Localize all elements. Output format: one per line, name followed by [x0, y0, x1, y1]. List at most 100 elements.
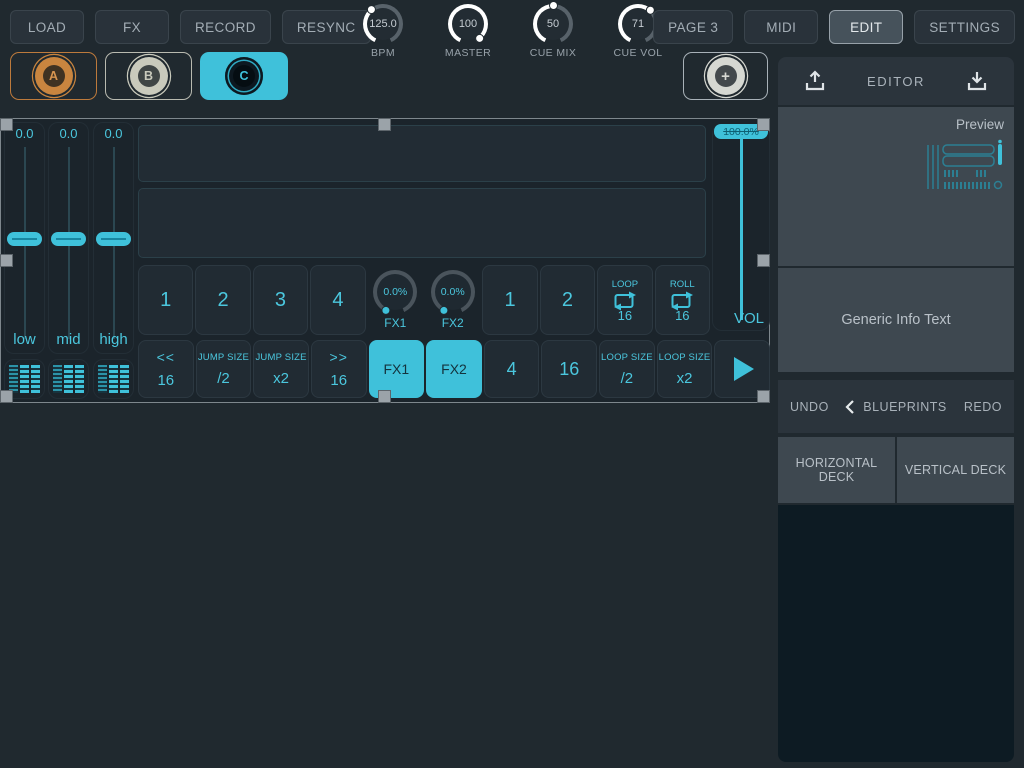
cuemix-knob-block: 50 CUE MIX [514, 4, 592, 59]
fx2-knob-block: 0.0% FX2 [425, 265, 480, 335]
loop-cue-1-button[interactable]: 1 [482, 265, 537, 335]
deck-widget[interactable]: 0.0 low 0.0 mid 0.0 high [0, 118, 770, 403]
resize-handle-mid-right[interactable] [757, 254, 770, 267]
fx2-knob[interactable]: 0.0% [431, 270, 475, 314]
topbar-right-group: PAGE 3 MIDI EDIT SETTINGS [653, 10, 1015, 44]
resize-handle-bottom-left[interactable] [0, 390, 13, 403]
hotcue-2-button[interactable]: 2 [195, 265, 250, 335]
app-screen: LOAD FX RECORD RESYNC 125.0 BPM 100 MAST… [0, 0, 1024, 768]
topbar-left-group: LOAD FX RECORD RESYNC [10, 10, 371, 44]
deck-a-icon: A [35, 57, 73, 95]
deck-tab-b[interactable]: B [105, 52, 192, 100]
resize-handle-bottom-center[interactable] [378, 390, 391, 403]
loop-button[interactable]: LOOP 16 [597, 265, 652, 335]
deck-c-icon: C [225, 57, 263, 95]
jump-size-double-button[interactable]: JUMP SIZE x2 [253, 340, 309, 398]
loop-size-double-button[interactable]: LOOP SIZE x2 [657, 340, 713, 398]
jump-forward-button[interactable]: >> 16 [311, 340, 367, 398]
page-3-button[interactable]: PAGE 3 [653, 10, 733, 44]
fx-button[interactable]: FX [95, 10, 169, 44]
edit-button[interactable]: EDIT [829, 10, 903, 44]
info-box: Generic Info Text [778, 268, 1014, 372]
eq-low-label: low [5, 331, 44, 348]
bpm-knob[interactable]: 125.0 [363, 4, 403, 44]
roll-button[interactable]: ROLL 16 [655, 265, 710, 335]
blueprint-buttons: HORIZONTAL DECK VERTICAL DECK [778, 437, 1014, 503]
resize-handle-top-center[interactable] [378, 118, 391, 131]
fx1-knob[interactable]: 0.0% [373, 270, 417, 314]
jump-back-button[interactable]: << 16 [138, 340, 194, 398]
deck-tab-a[interactable]: A [10, 52, 97, 100]
hotcue-3-button[interactable]: 3 [253, 265, 308, 335]
level-meter-mid-icon [48, 359, 89, 399]
deck-tab-c-active[interactable]: C [200, 52, 288, 100]
eq-low-handle[interactable] [7, 232, 42, 246]
cue-mix-label: CUE MIX [530, 47, 577, 59]
cue-vol-knob[interactable]: 71 [618, 4, 658, 44]
deck-button-row-2: << 16 JUMP SIZE /2 JUMP SIZE x2 >> 16 FX… [138, 340, 770, 398]
master-knob[interactable]: 100 [448, 4, 488, 44]
resize-handle-top-right[interactable] [757, 118, 770, 131]
roll-button-label: ROLL [670, 279, 695, 290]
load-button[interactable]: LOAD [10, 10, 84, 44]
eq-mid-value: 0.0 [49, 126, 88, 141]
vertical-deck-button[interactable]: VERTICAL DECK [897, 437, 1014, 503]
deck-b-icon: B [130, 57, 168, 95]
fx1-toggle-button-active[interactable]: FX1 [369, 340, 425, 398]
redo-button[interactable]: REDO [964, 400, 1002, 414]
waveform-display[interactable] [138, 125, 706, 182]
deck-button-row-1: 1 2 3 4 0.0% FX1 0.0% FX2 1 [138, 265, 710, 335]
loop-cue-2-button[interactable]: 2 [540, 265, 595, 335]
add-deck-icon: + [707, 57, 745, 95]
preview-label: Preview [956, 117, 1004, 132]
deck-preview-thumbnail [924, 139, 1008, 197]
loop-button-label: LOOP [612, 279, 638, 290]
cue-mix-knob[interactable]: 50 [533, 4, 573, 44]
add-deck-tab[interactable]: + [683, 52, 768, 100]
resize-handle-mid-left[interactable] [0, 254, 13, 267]
loop-length-16-button[interactable]: 16 [541, 340, 597, 398]
hotcue-4-button[interactable]: 4 [310, 265, 365, 335]
eq-mid-handle[interactable] [51, 232, 86, 246]
level-meter-high-icon [93, 359, 134, 399]
waveform-overview-display[interactable] [138, 188, 706, 258]
jump-size-half-button[interactable]: JUMP SIZE /2 [196, 340, 252, 398]
master-knob-block: 100 MASTER [429, 4, 507, 59]
export-upload-icon[interactable] [802, 68, 828, 94]
fx1-knob-block: 0.0% FX1 [368, 265, 423, 335]
blueprint-list-area[interactable] [778, 505, 1014, 762]
play-icon [734, 357, 754, 381]
roll-beats-value: 16 [675, 308, 689, 323]
editor-panel: EDITOR Preview [778, 57, 1014, 762]
loop-length-4-button[interactable]: 4 [484, 340, 540, 398]
hotcue-1-button[interactable]: 1 [138, 265, 193, 335]
eq-high-value: 0.0 [94, 126, 133, 141]
resize-handle-bottom-right[interactable] [757, 390, 770, 403]
blueprints-bar: UNDO BLUEPRINTS REDO [778, 380, 1014, 433]
blueprints-label: BLUEPRINTS [863, 400, 947, 414]
eq-high-label: high [94, 331, 133, 348]
eq-mid-label: mid [49, 331, 88, 348]
volume-slider-track [740, 138, 743, 320]
topbar-knobs: 125.0 BPM 100 MASTER 50 CUE MIX [344, 4, 677, 59]
loop-size-half-button[interactable]: LOOP SIZE /2 [599, 340, 655, 398]
editor-panel-header: EDITOR [778, 57, 1014, 105]
fx2-toggle-button-active[interactable]: FX2 [426, 340, 482, 398]
preview-box: Preview [778, 107, 1014, 266]
knob-indicator-dot [532, 3, 574, 45]
eq-slider-mid[interactable]: 0.0 mid [48, 122, 89, 354]
back-chevron-icon [845, 399, 855, 415]
bpm-knob-block: 125.0 BPM [344, 4, 422, 59]
info-text: Generic Info Text [841, 312, 950, 328]
volume-slider[interactable]: 100.0% VOL [712, 124, 770, 331]
eq-high-handle[interactable] [96, 232, 131, 246]
loop-beats-value: 16 [618, 308, 632, 323]
eq-slider-high[interactable]: 0.0 high [93, 122, 134, 354]
settings-button[interactable]: SETTINGS [914, 10, 1015, 44]
record-button[interactable]: RECORD [180, 10, 271, 44]
midi-button[interactable]: MIDI [744, 10, 818, 44]
eq-slider-low[interactable]: 0.0 low [4, 122, 45, 354]
resize-handle-top-left[interactable] [0, 118, 13, 131]
horizontal-deck-button[interactable]: HORIZONTAL DECK [778, 437, 895, 503]
import-download-icon[interactable] [964, 68, 990, 94]
